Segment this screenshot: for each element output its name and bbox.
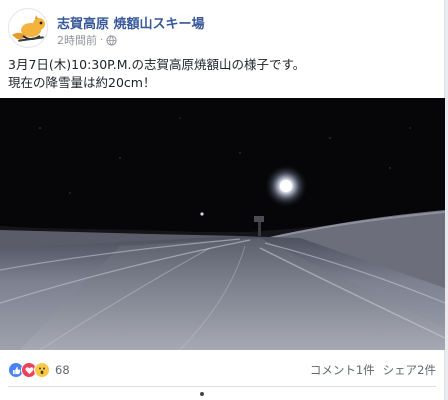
post-header: 志賀高原 焼額山スキー場 2時間前 · [8,8,428,48]
footer-divider [8,386,436,387]
page-avatar[interactable] [8,8,48,48]
page-name-link[interactable]: 志賀高原 焼額山スキー場 [57,13,205,32]
post-video[interactable] [0,98,445,350]
shares-count-link[interactable]: シェア2件 [383,362,436,378]
night-snow-scene [0,98,445,350]
post-card: 志賀高原 焼額山スキー場 2時間前 · 3月7日(木)10:30P.M.の志賀高… [0,0,445,400]
reactions-summary[interactable]: 68 [8,362,70,378]
wow-icon [34,362,50,378]
globe-icon[interactable] [106,34,117,46]
partial-icon [200,392,204,396]
meta-separator: · [100,34,104,46]
engagement-meta: コメント1件 シェア2件 [310,362,436,378]
post-text: 3月7日(木)10:30P.M.の志賀高原焼額山の様子です。 現在の降雪量は約2… [8,57,306,90]
mascot-logo-icon [12,15,45,42]
post-timestamp[interactable]: 2時間前 [57,32,97,48]
post-meta: 2時間前 · [57,32,117,48]
post-footer: 68 コメント1件 シェア2件 [8,360,436,382]
comments-count-link[interactable]: コメント1件 [310,362,375,378]
reaction-count: 68 [55,363,70,377]
